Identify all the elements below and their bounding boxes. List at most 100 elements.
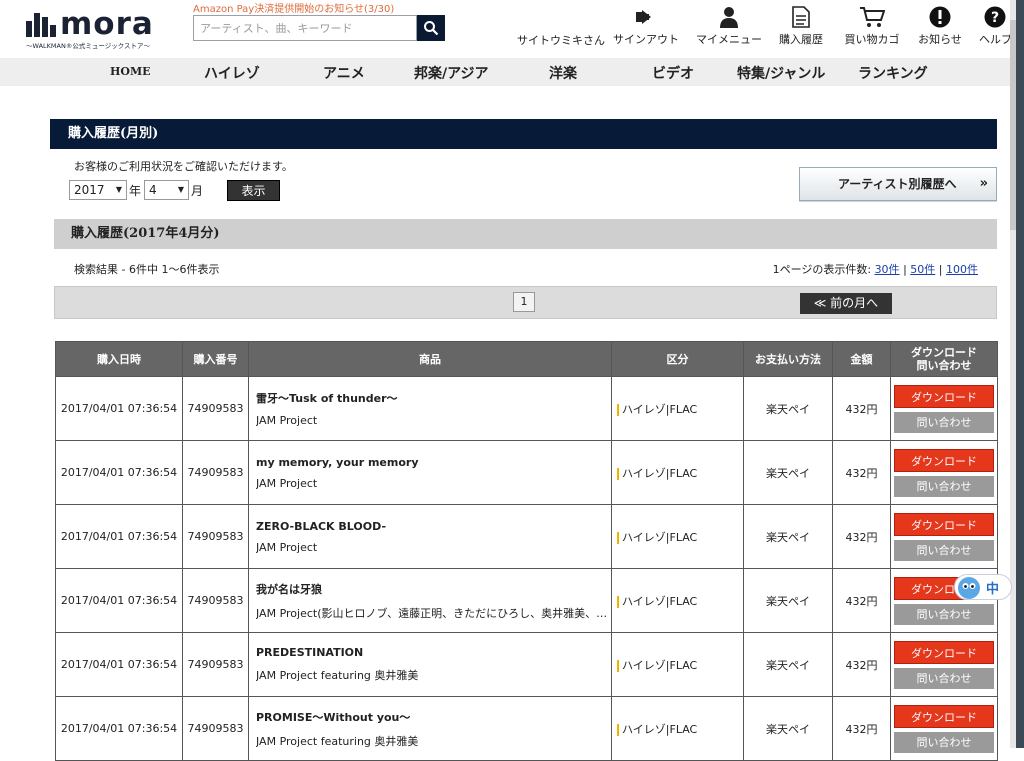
download-button[interactable]: ダウンロード: [894, 448, 994, 472]
order-number: 74909583: [182, 632, 249, 697]
col-payment-header: お支払い方法: [743, 341, 833, 377]
payment-notice-link[interactable]: Amazon Pay決済提供開始のお知らせ(3/30): [193, 0, 394, 15]
user-name: サイトウミキさん: [517, 34, 605, 47]
per-page-100-link[interactable]: 100件: [946, 263, 978, 276]
chevron-down-icon: ▼: [177, 185, 184, 194]
mora-logo-mark-icon: [26, 13, 56, 37]
cart-icon: [860, 7, 885, 27]
inquiry-button[interactable]: 問い合わせ: [894, 411, 994, 433]
inquiry-button[interactable]: 問い合わせ: [894, 667, 994, 689]
purchase-date: 2017/04/01 07:36:54: [55, 568, 183, 633]
col-date-header: 購入日時: [55, 341, 183, 377]
product-title-link[interactable]: PROMISE〜Without you〜: [256, 709, 611, 725]
search-button[interactable]: [417, 15, 445, 41]
download-header-line1: ダウンロード: [911, 346, 977, 359]
col-category-header: 区分: [611, 341, 744, 377]
year-value: 2017: [74, 183, 105, 197]
inquiry-button[interactable]: 問い合わせ: [894, 475, 994, 497]
signout-icon: [636, 10, 651, 24]
download-header-line2: 問い合わせ: [916, 359, 972, 372]
cart-link[interactable]: 買い物カゴ: [840, 4, 904, 48]
product-cell: PROMISE〜Without you〜 JAM Project featurin…: [248, 696, 612, 761]
year-select[interactable]: 2017 ▼: [69, 180, 127, 200]
download-button[interactable]: ダウンロード: [894, 704, 994, 728]
product-artist: JAM Project(影山ヒロノブ、遠藤正明、きただにひろし、奥井雅美、…: [256, 606, 608, 620]
table-row: 2017/04/01 07:36:54 74909583 ZERO-BLACK BL…: [55, 504, 998, 569]
mora-logo[interactable]: mora 〜WALKMAN®公式ミュージックストア〜: [26, 7, 171, 51]
col-amount-header: 金額: [832, 341, 891, 377]
search-input[interactable]: [193, 15, 417, 41]
download-button[interactable]: ダウンロード: [894, 512, 994, 536]
table-row: 2017/04/01 07:36:54 74909583 雷牙〜Tusk of th…: [55, 376, 998, 441]
window-edge: [1016, 0, 1024, 748]
hires-marker: [617, 467, 619, 480]
signout-link[interactable]: サインアウト: [613, 4, 679, 48]
product-title-link[interactable]: 雷牙〜Tusk of thunder〜: [256, 390, 611, 406]
nav-ranking[interactable]: ランキング: [858, 63, 928, 83]
show-button[interactable]: 表示: [227, 180, 280, 201]
inquiry-button[interactable]: 問い合わせ: [894, 731, 994, 753]
search-icon: [424, 21, 439, 36]
history-link[interactable]: 購入履歴: [774, 4, 828, 48]
product-cell: 我が名は牙狼 JAM Project(影山ヒロノブ、遠藤正明、きただにひろし、奥井…: [248, 568, 612, 633]
product-artist: JAM Project featuring 奥井雅美: [256, 734, 419, 748]
nav-home[interactable]: HOME: [110, 65, 151, 78]
hires-marker: [617, 403, 619, 416]
ime-indicator[interactable]: 中: [954, 574, 1012, 600]
month-value: 4: [149, 183, 157, 197]
purchase-history-table: 購入日時 購入番号 商品 区分 お支払い方法 金額 ダウンロード 問い合わせ 2…: [55, 341, 998, 761]
download-button[interactable]: ダウンロード: [894, 384, 994, 408]
hires-marker: [617, 659, 619, 672]
help-link[interactable]: ? ヘルプ: [975, 4, 1015, 48]
action-cell: ダウンロード 問い合わせ: [890, 376, 998, 441]
category-cell: ハイレゾ|FLAC: [611, 504, 744, 569]
ime-label: 中: [986, 582, 1000, 597]
product-title-link[interactable]: my memory, your memory: [256, 456, 611, 469]
history-label: 購入履歴: [779, 33, 823, 46]
inquiry-button[interactable]: 問い合わせ: [894, 603, 994, 625]
per-page-50-link[interactable]: 50件: [910, 263, 935, 276]
download-button[interactable]: ダウンロード: [894, 640, 994, 664]
payment-method: 楽天ペイ: [743, 376, 833, 441]
table-row: 2017/04/01 07:36:54 74909583 PROMISE〜Witho…: [55, 696, 998, 761]
product-title-link[interactable]: PREDESTINATION: [256, 646, 611, 659]
per-page-30-link[interactable]: 30件: [875, 263, 900, 276]
info-alert-icon: [929, 6, 951, 28]
nav-video[interactable]: ビデオ: [652, 63, 694, 83]
site-header: mora 〜WALKMAN®公式ミュージックストア〜 Amazon Pay決済提…: [0, 0, 1016, 58]
logo-subtitle: 〜WALKMAN®公式ミュージックストア〜: [26, 42, 150, 50]
order-number: 74909583: [182, 440, 249, 505]
product-artist: JAM Project: [256, 476, 318, 490]
prev-month-button[interactable]: ≪ 前の月へ: [800, 293, 892, 314]
product-title-link[interactable]: ZERO-BLACK BLOOD-: [256, 520, 611, 533]
page-number-current[interactable]: 1: [513, 292, 535, 312]
nav-jpop-asia[interactable]: 邦楽/アジア: [414, 63, 489, 83]
year-unit: 年: [129, 184, 142, 198]
nav-feature-genre[interactable]: 特集/ジャンル: [737, 63, 825, 83]
action-cell: ダウンロード 問い合わせ: [890, 696, 998, 761]
amount: 432円: [832, 632, 891, 697]
amount: 432円: [832, 440, 891, 505]
table-header-row: 購入日時 購入番号 商品 区分 お支払い方法 金額 ダウンロード 問い合わせ: [55, 341, 998, 377]
payment-method: 楽天ペイ: [743, 504, 833, 569]
month-select[interactable]: 4 ▼: [144, 180, 189, 200]
hires-marker: [617, 531, 619, 544]
action-cell: ダウンロード 問い合わせ: [890, 440, 998, 505]
category-cell: ハイレゾ|FLAC: [611, 376, 744, 441]
artist-history-button[interactable]: アーティスト別履歴へ »: [799, 167, 997, 201]
news-link[interactable]: お知らせ: [913, 4, 967, 48]
inquiry-button[interactable]: 問い合わせ: [894, 539, 994, 561]
purchase-date: 2017/04/01 07:36:54: [55, 504, 183, 569]
nav-hires[interactable]: ハイレゾ: [204, 63, 260, 83]
purchase-date: 2017/04/01 07:36:54: [55, 440, 183, 505]
mymenu-link[interactable]: マイメニュー: [696, 4, 762, 48]
nav-western[interactable]: 洋楽: [549, 63, 577, 83]
nav-anime[interactable]: アニメ: [323, 63, 365, 83]
hires-marker: [617, 723, 619, 736]
col-product-header: 商品: [248, 341, 612, 377]
product-title-link[interactable]: 我が名は牙狼: [256, 581, 611, 597]
document-icon: [792, 6, 810, 28]
cart-label: 買い物カゴ: [844, 33, 900, 46]
order-number: 74909583: [182, 504, 249, 569]
product-cell: PREDESTINATION JAM Project featuring 奥井雅美: [248, 632, 612, 697]
